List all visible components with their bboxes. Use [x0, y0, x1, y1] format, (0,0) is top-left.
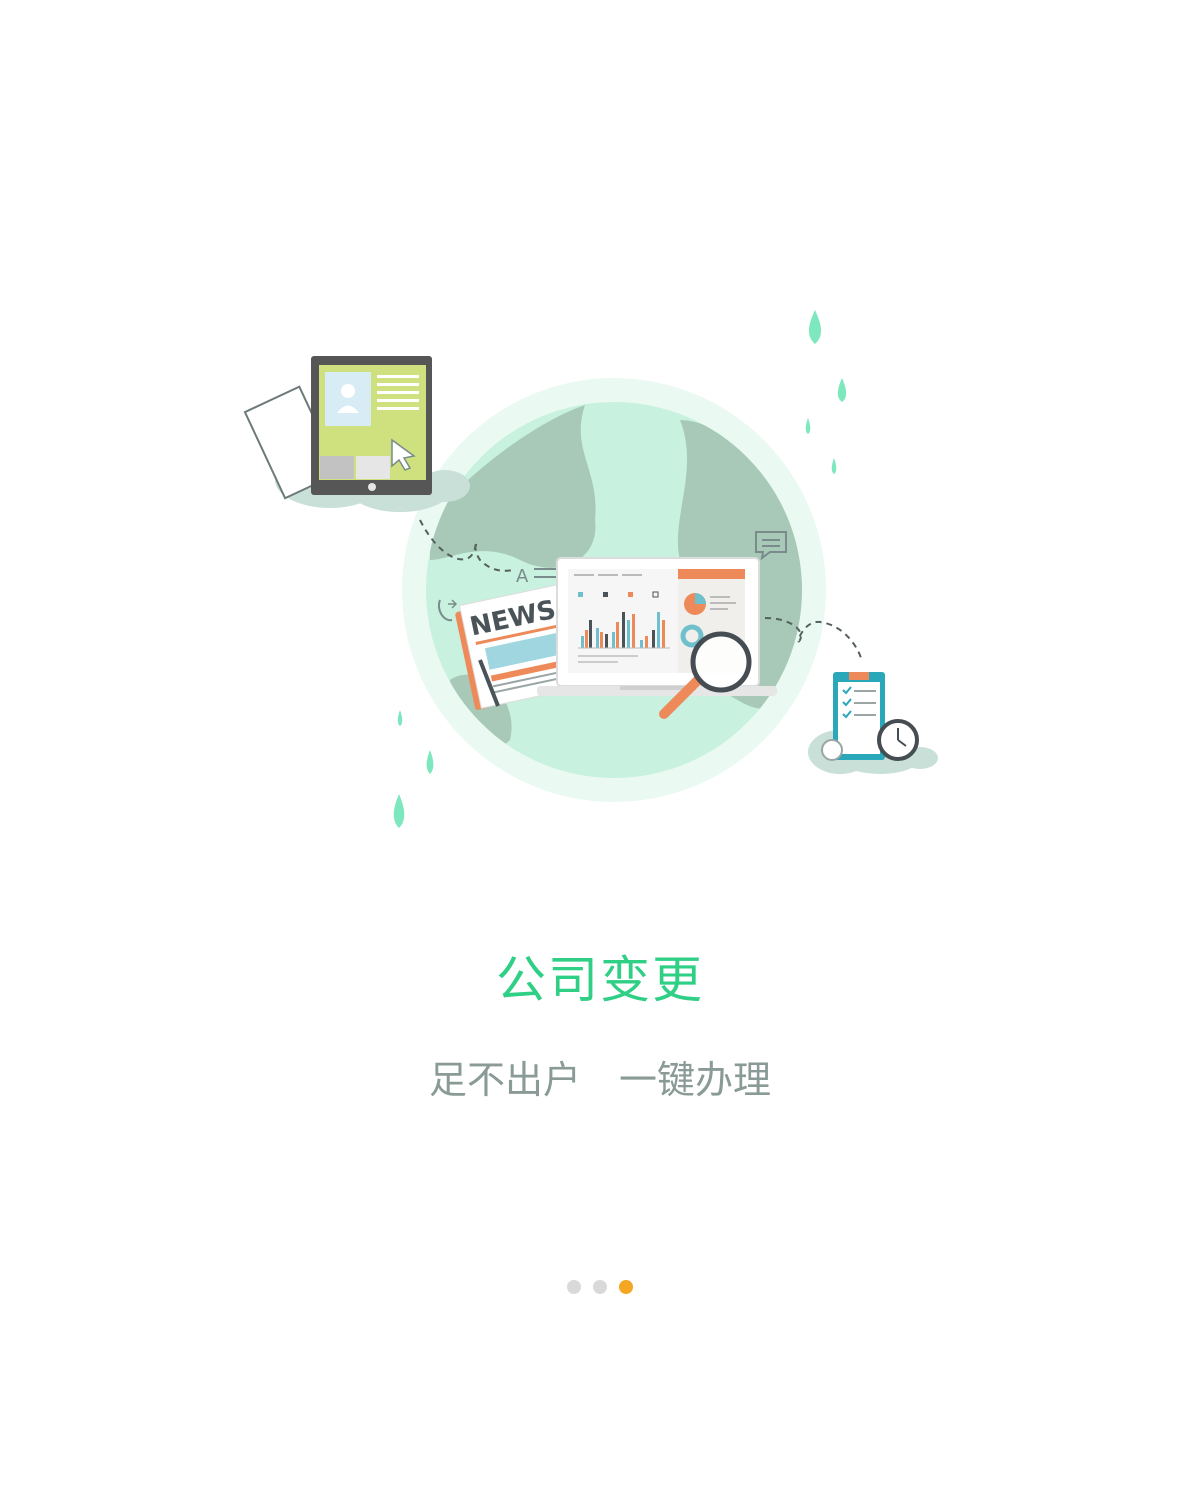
page-indicator	[0, 1280, 1200, 1294]
page-subtitle: 足不出户 一键办理	[428, 1058, 771, 1102]
tablet-icon	[243, 356, 470, 512]
clock-icon	[877, 719, 919, 761]
page-dot-2[interactable]	[593, 1280, 607, 1294]
page-title: 公司变更	[496, 951, 704, 1009]
coin-icon	[821, 739, 843, 761]
svg-text:A: A	[516, 566, 529, 587]
onboarding-illustration: A NEWS	[243, 310, 938, 828]
page-dot-3[interactable]	[619, 1280, 633, 1294]
page-dot-1[interactable]	[567, 1280, 581, 1294]
